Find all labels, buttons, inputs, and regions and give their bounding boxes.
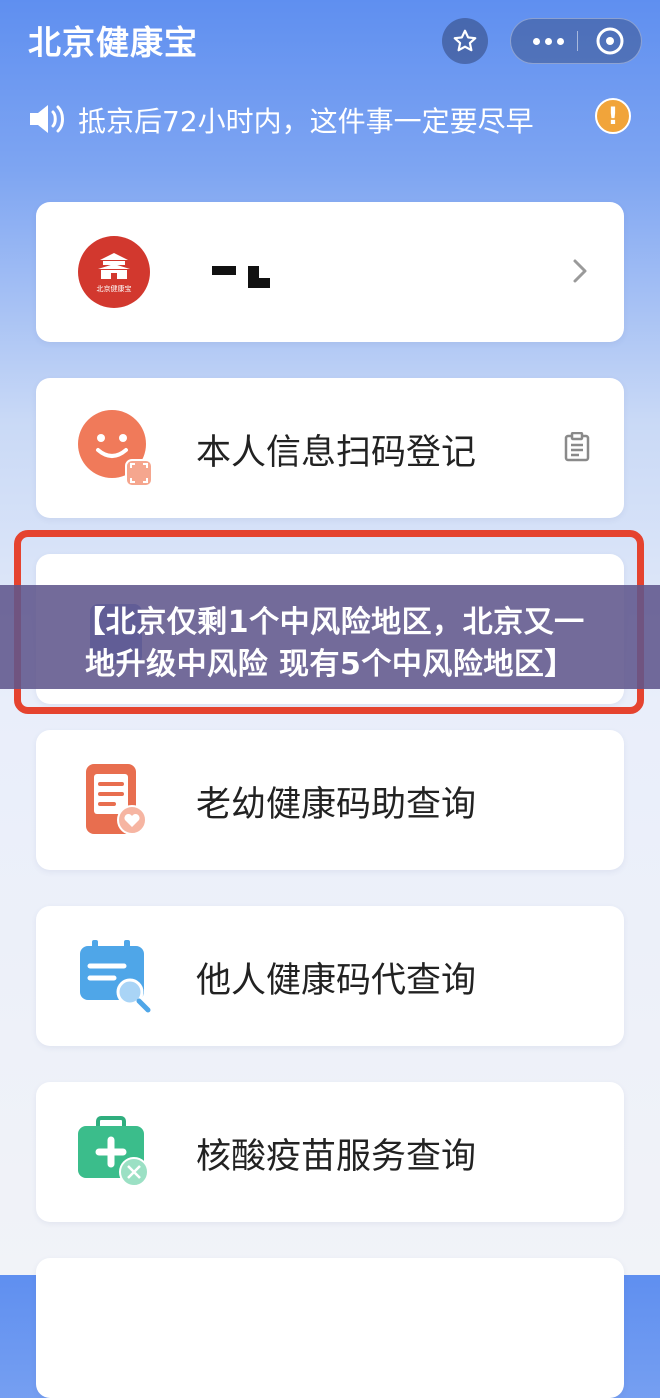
- user-card[interactable]: 北京健康宝: [36, 202, 624, 342]
- clipboard-icon: [564, 432, 590, 462]
- warning-icon: !: [595, 98, 631, 134]
- gate-tower-icon: [98, 253, 130, 279]
- banner-line-2: 地升级中风险 现有5个中风险地区】: [85, 647, 575, 682]
- calendar-search-icon: [80, 940, 151, 1013]
- app-header: 北京健康宝: [0, 0, 660, 84]
- service-card-self-register[interactable]: 本人信息扫码登记: [36, 378, 624, 518]
- service-card-partial[interactable]: [36, 1258, 624, 1398]
- service-label: 本人信息扫码登记: [196, 433, 477, 473]
- favorite-button[interactable]: [442, 18, 488, 64]
- notice-bar[interactable]: 抵京后72小时内，这件事一定要尽早 !: [28, 96, 638, 142]
- logo-caption: 北京健康宝: [96, 285, 132, 293]
- app-title: 北京健康宝: [28, 23, 198, 62]
- more-dots-icon: [532, 37, 564, 45]
- service-label: 核酸疫苗服务查询: [196, 1137, 477, 1177]
- mini-program-capsule: [510, 18, 642, 64]
- service-card-others-query[interactable]: 他人健康码代查询: [36, 906, 624, 1046]
- chevron-right-icon: [573, 259, 587, 283]
- more-button[interactable]: [521, 19, 575, 63]
- redacted-name-part: [212, 266, 236, 275]
- beijing-health-logo: 北京健康宝: [78, 236, 150, 308]
- close-circle-icon: [596, 27, 624, 55]
- document-heart-icon: [86, 764, 147, 835]
- capsule-divider: [577, 31, 578, 51]
- close-button[interactable]: [583, 19, 637, 63]
- service-card-nucleic-vaccine[interactable]: 核酸疫苗服务查询: [36, 1082, 624, 1222]
- redacted-name-part: [248, 278, 270, 288]
- star-icon: [453, 29, 477, 52]
- face-scan-icon: [78, 410, 153, 487]
- notice-text: 抵京后72小时内，这件事一定要尽早: [78, 105, 534, 138]
- banner-line-1: 【北京仅剩1个中风险地区，北京又一: [75, 605, 585, 640]
- service-label: 老幼健康码助查询: [196, 785, 477, 825]
- service-card-elderly-child-query[interactable]: 老幼健康码助查询: [36, 730, 624, 870]
- news-banner: 【北京仅剩1个中风险地区，北京又一 地升级中风险 现有5个中风险地区】: [0, 585, 660, 689]
- medical-kit-icon: [78, 1116, 149, 1187]
- speaker-icon: [30, 105, 64, 133]
- service-label: 他人健康码代查询: [196, 961, 477, 1001]
